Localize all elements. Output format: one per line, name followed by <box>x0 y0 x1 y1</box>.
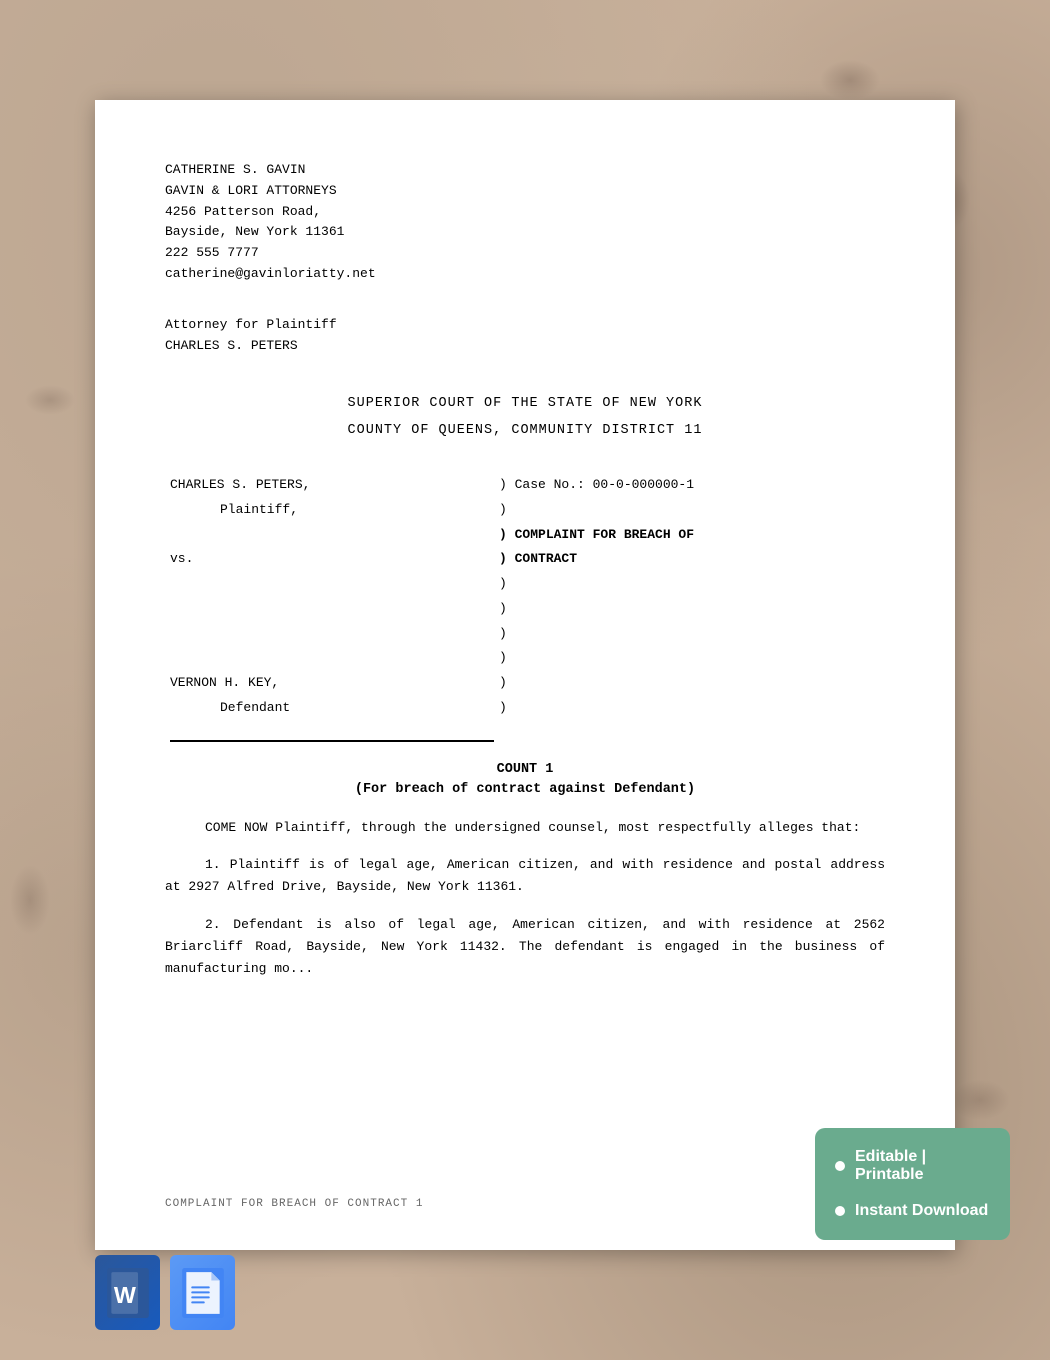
features-badge: Editable | Printable Instant Download <box>815 1128 1010 1240</box>
svg-text:W: W <box>113 1282 135 1308</box>
count-header: COUNT 1 <box>165 762 885 777</box>
attorney-for-label: Attorney for Plaintiff <box>165 315 885 336</box>
text-fade-overlay <box>165 1040 885 1080</box>
body-para2: 2. Defendant is also of legal age, Ameri… <box>165 914 885 980</box>
case-section: CHARLES S. PETERS, Plaintiff, vs. VERNON… <box>165 473 885 720</box>
plaintiff-label: CHARLES S. PETERS, <box>170 473 489 498</box>
attorney-address2: Bayside, New York 11361 <box>165 222 885 243</box>
plaintiff-role: Plaintiff, <box>170 498 489 523</box>
attorney-phone: 222 555 7777 <box>165 243 885 264</box>
case-right: ) Case No.: 00-0-000000-1 ) ) COMPLAINT … <box>489 473 885 720</box>
complaint-label: COMPLAINT FOR BREACH OF <box>515 527 694 542</box>
contract-label: CONTRACT <box>515 551 577 566</box>
body-para1: 1. Plaintiff is of legal age, American c… <box>165 854 885 898</box>
badge-item-download: Instant Download <box>835 1202 990 1220</box>
case-divider <box>170 740 494 742</box>
case-left: CHARLES S. PETERS, Plaintiff, vs. VERNON… <box>165 473 489 720</box>
court-name: SUPERIOR COURT OF THE STATE OF NEW YORK <box>165 396 885 411</box>
download-label: Instant Download <box>855 1202 988 1220</box>
attorney-email: catherine@gavinloriatty.net <box>165 264 885 285</box>
document-page: CATHERINE S. GAVIN GAVIN & LORI ATTORNEY… <box>95 100 955 1250</box>
case-no: ) Case No.: 00-0-000000-1 <box>499 473 885 498</box>
docs-icon-svg <box>178 1268 228 1318</box>
editable-label: Editable | Printable <box>855 1148 990 1184</box>
court-header: SUPERIOR COURT OF THE STATE OF NEW YORK … <box>165 396 885 438</box>
word-icon[interactable]: W <box>95 1255 160 1330</box>
badge-bullet-2 <box>835 1206 845 1216</box>
count-subheader: (For breach of contract against Defendan… <box>165 782 885 797</box>
file-icons-container: W <box>95 1255 235 1330</box>
court-district: COUNTY OF QUEENS, COMMUNITY DISTRICT 11 <box>165 423 885 438</box>
defendant-label: VERNON H. KEY, <box>170 671 489 696</box>
attorney-info: CATHERINE S. GAVIN GAVIN & LORI ATTORNEY… <box>165 160 885 285</box>
attorney-address1: 4256 Patterson Road, <box>165 202 885 223</box>
docs-icon[interactable] <box>170 1255 235 1330</box>
body-intro: COME NOW Plaintiff, through the undersig… <box>165 817 885 839</box>
attorney-for-section: Attorney for Plaintiff CHARLES S. PETERS <box>165 315 885 357</box>
badge-bullet-1 <box>835 1161 845 1171</box>
badge-item-editable: Editable | Printable <box>835 1148 990 1184</box>
attorney-name: CATHERINE S. GAVIN <box>165 160 885 181</box>
attorney-firm: GAVIN & LORI ATTORNEYS <box>165 181 885 202</box>
plaintiff-name-header: CHARLES S. PETERS <box>165 336 885 357</box>
word-icon-svg: W <box>103 1268 153 1318</box>
vs-label: vs. <box>170 547 489 572</box>
document-footer: COMPLAINT FOR BREACH OF CONTRACT 1 <box>165 1198 423 1210</box>
defendant-role: Defendant <box>170 696 489 721</box>
